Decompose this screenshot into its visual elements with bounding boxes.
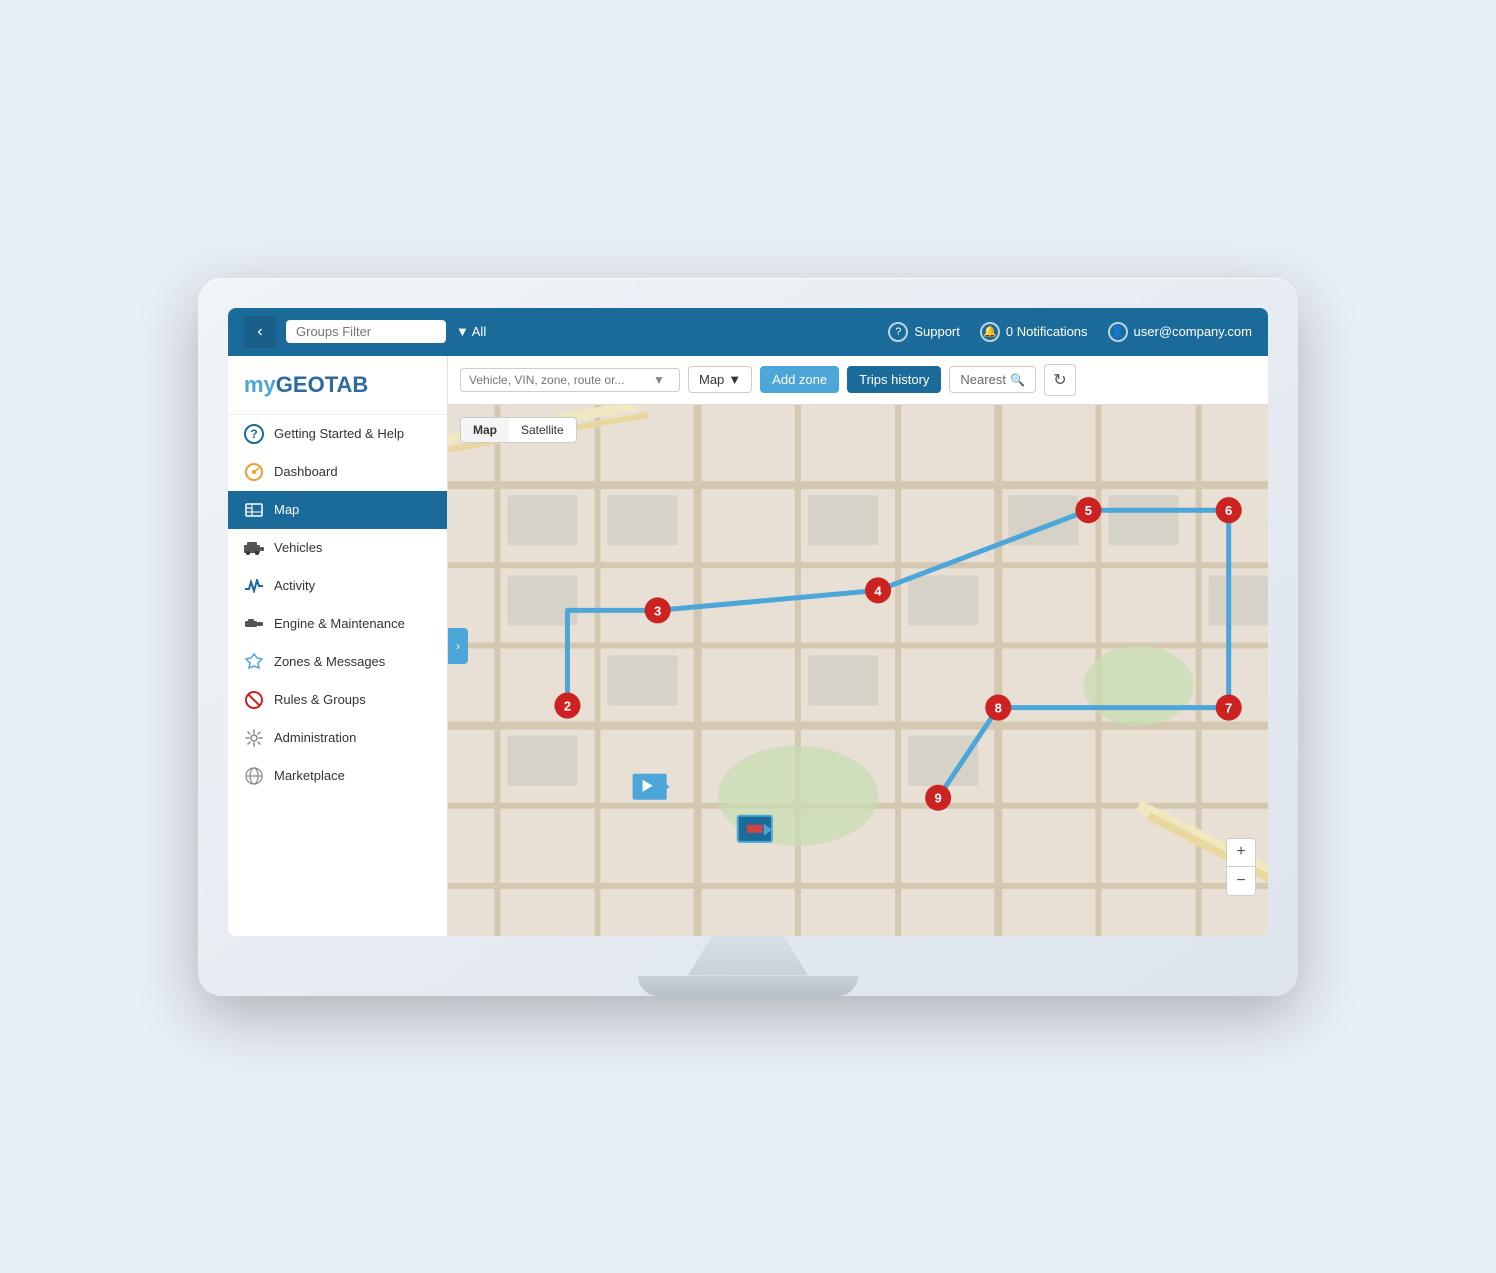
activity-icon	[244, 576, 264, 596]
sidebar-item-marketplace[interactable]: Marketplace	[228, 757, 447, 795]
sidebar-item-activity[interactable]: Activity	[228, 567, 447, 605]
zoom-out-button[interactable]: −	[1227, 867, 1255, 895]
sidebar-item-map[interactable]: Map	[228, 491, 447, 529]
map-icon	[244, 500, 264, 520]
all-dropdown[interactable]: ▼ All	[456, 324, 486, 339]
marketplace-icon	[244, 766, 264, 786]
svg-text:4: 4	[874, 583, 882, 598]
bell-icon: 🔔	[980, 322, 1000, 342]
svg-text:8: 8	[995, 700, 1002, 715]
search-small-icon: 🔍	[1010, 373, 1025, 387]
top-bar: ‹ ▼ All ? Support 🔔 0 Notifications 👤	[228, 308, 1268, 356]
search-box: ▼	[460, 368, 680, 392]
admin-icon	[244, 728, 264, 748]
sidebar-item-rules-groups[interactable]: Rules & Groups	[228, 681, 447, 719]
svg-text:5: 5	[1085, 503, 1092, 518]
zones-icon	[244, 652, 264, 672]
back-button[interactable]: ‹	[244, 316, 276, 348]
svg-text:9: 9	[935, 790, 942, 805]
svg-text:6: 6	[1225, 503, 1232, 518]
map-container[interactable]: Map Satellite	[448, 405, 1268, 936]
add-zone-button[interactable]: Add zone	[760, 366, 839, 393]
stand-base	[638, 976, 858, 996]
groups-filter-input[interactable]	[286, 320, 446, 343]
stand-neck	[688, 936, 808, 976]
trips-history-button[interactable]: Trips history	[847, 366, 941, 393]
support-button[interactable]: ? Support	[888, 322, 960, 342]
zoom-in-button[interactable]: +	[1227, 839, 1255, 867]
notifications-button[interactable]: 🔔 0 Notifications	[980, 322, 1088, 342]
map-view-dropdown[interactable]: Map ▼	[688, 366, 752, 393]
sidebar-item-dashboard[interactable]: Dashboard	[228, 453, 447, 491]
rules-icon	[244, 690, 264, 710]
support-icon: ?	[888, 322, 908, 342]
sidebar-item-engine-maintenance[interactable]: Engine & Maintenance	[228, 605, 447, 643]
map-view-button[interactable]: Map	[461, 418, 509, 442]
monitor-stand	[228, 936, 1268, 996]
collapse-sidebar-button[interactable]: ›	[448, 628, 468, 664]
monitor-outer: ‹ ▼ All ? Support 🔔 0 Notifications 👤	[198, 278, 1298, 996]
toolbar: ▼ Map ▼ Add zone Trips history Nearest 🔍…	[448, 356, 1268, 405]
user-icon: 👤	[1108, 322, 1128, 342]
search-dropdown-icon[interactable]: ▼	[653, 373, 665, 387]
sidebar-item-zones-messages[interactable]: Zones & Messages	[228, 643, 447, 681]
sidebar-item-getting-started[interactable]: ? Getting Started & Help	[228, 415, 447, 453]
vehicles-icon	[244, 538, 264, 558]
logo-area: myGEOTAB	[228, 356, 447, 415]
sidebar-item-vehicles[interactable]: Vehicles	[228, 529, 447, 567]
svg-text:2: 2	[564, 698, 571, 713]
engine-icon	[244, 614, 264, 634]
logo-geotab: GEOTAB	[276, 372, 368, 397]
satellite-view-button[interactable]: Satellite	[509, 418, 576, 442]
svg-text:7: 7	[1225, 700, 1232, 715]
monitor-wrapper: ‹ ▼ All ? Support 🔔 0 Notifications 👤	[198, 278, 1298, 996]
nearest-button[interactable]: Nearest 🔍	[949, 366, 1035, 393]
sidebar-item-administration[interactable]: Administration	[228, 719, 447, 757]
sidebar: myGEOTAB ? Getting Started & Help Dashbo…	[228, 356, 448, 936]
dashboard-icon	[244, 462, 264, 482]
monitor-screen: ‹ ▼ All ? Support 🔔 0 Notifications 👤	[228, 308, 1268, 936]
map-background: 2 3 4 5 6	[448, 405, 1268, 936]
search-input[interactable]	[469, 373, 649, 387]
refresh-button[interactable]: ↻	[1044, 364, 1076, 396]
map-view-toggle: Map Satellite	[460, 417, 577, 443]
chevron-icon: ▼	[728, 372, 741, 387]
svg-text:3: 3	[654, 603, 661, 618]
zoom-controls: + −	[1226, 838, 1256, 896]
help-icon: ?	[244, 424, 264, 444]
logo-my: my	[244, 372, 276, 397]
user-menu[interactable]: 👤 user@company.com	[1108, 322, 1252, 342]
